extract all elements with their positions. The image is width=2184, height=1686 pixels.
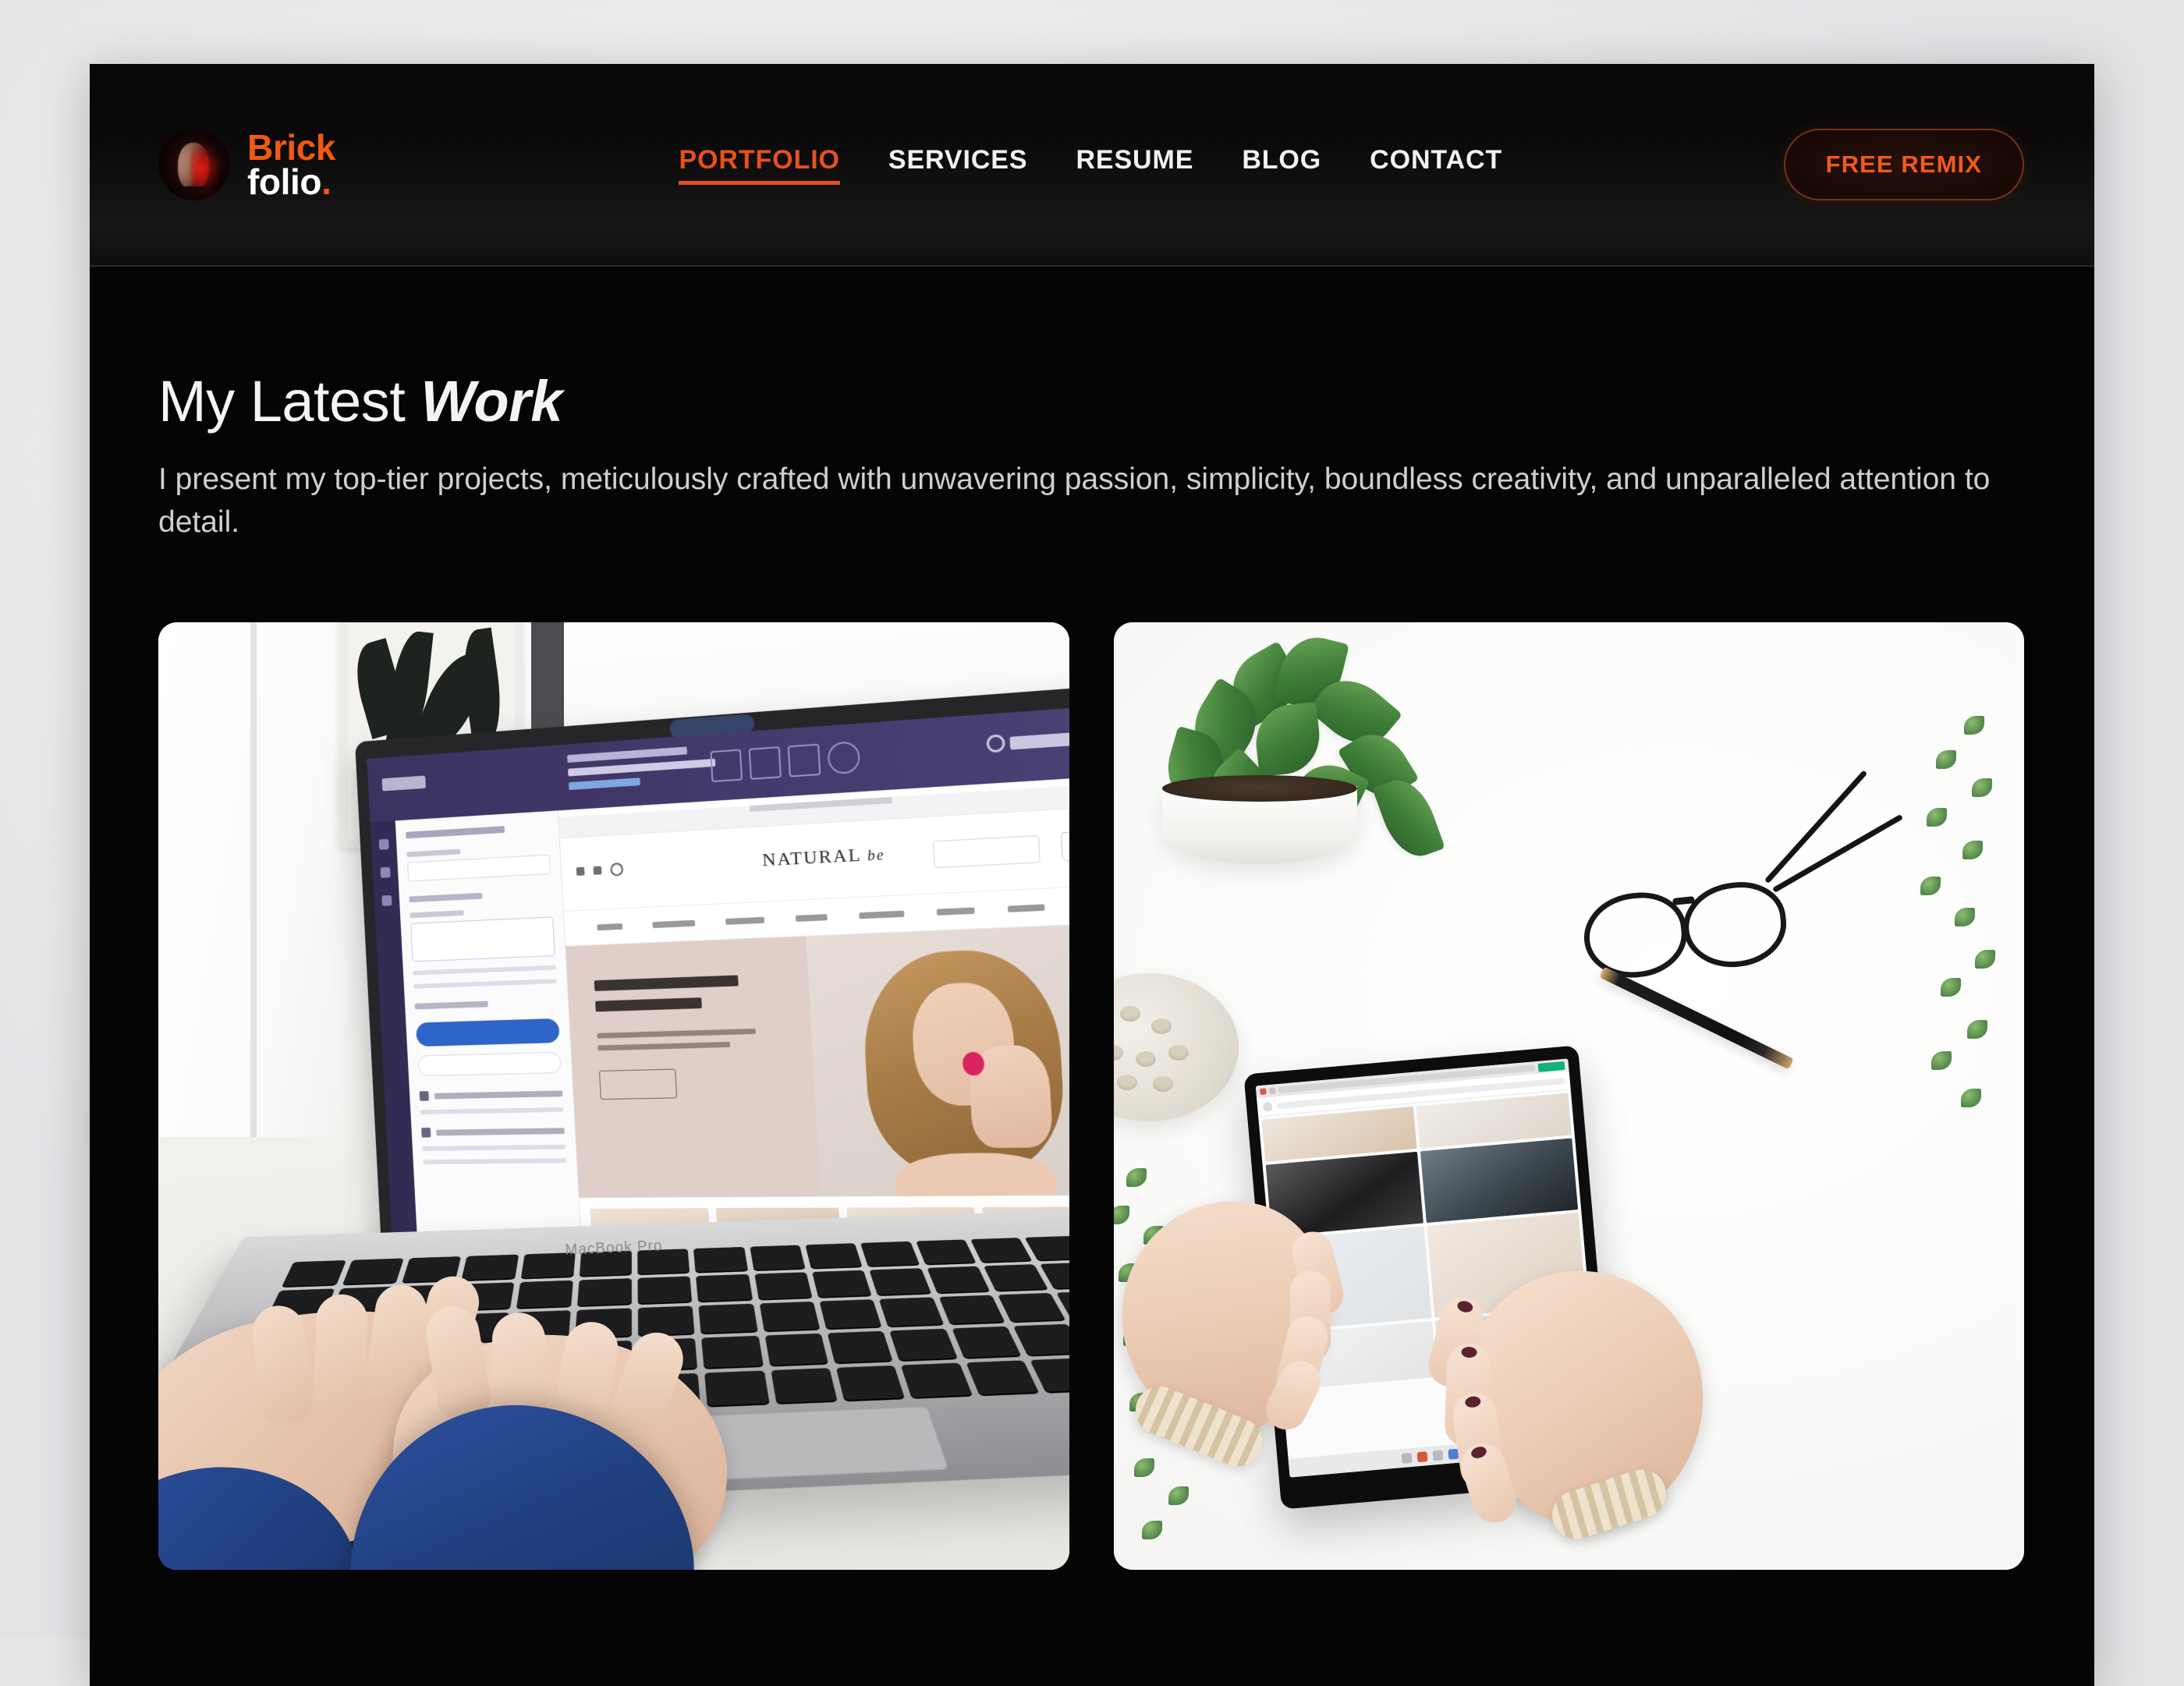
nav-item-blog[interactable]: BLOG <box>1242 145 1321 185</box>
laptop-screen: NATURAL be <box>367 706 1069 1249</box>
brand-avatar-image <box>158 129 230 200</box>
preview-store-brand: NATURAL be <box>761 844 886 871</box>
brand-logo[interactable]: Brick folio. <box>158 129 335 200</box>
laptop-photo: NATURAL be MacBook Pro <box>158 622 1069 1570</box>
plant-pot <box>1161 774 1357 864</box>
site-page: Brick folio. PORTFOLIO SERVICES RESUME B… <box>90 64 2094 1686</box>
nav-item-resume[interactable]: RESUME <box>1076 145 1193 185</box>
page-title-accent: Work <box>420 369 563 434</box>
page-title-plain: My Latest <box>158 369 421 434</box>
builder-site-preview: NATURAL be <box>558 776 1069 1249</box>
work-grid: NATURAL be MacBook Pro <box>158 622 2024 1570</box>
brand-line-2-text: folio <box>247 161 322 202</box>
brand-dot: . <box>321 161 332 202</box>
nav-item-contact[interactable]: CONTACT <box>1370 145 1502 185</box>
brand-wordmark: Brick folio. <box>247 126 336 200</box>
brand-line-2: folio. <box>247 164 335 200</box>
site-header: Brick folio. PORTFOLIO SERVICES RESUME B… <box>90 64 2094 267</box>
laptop-lid: NATURAL be <box>355 685 1069 1263</box>
main-content: My Latest Work I present my top-tier pro… <box>90 368 2094 1617</box>
work-card-tablet[interactable]: SAMSUNG <box>1113 622 2024 1570</box>
nav-item-portfolio[interactable]: PORTFOLIO <box>679 145 841 185</box>
builder-side-panel <box>395 810 583 1248</box>
decorative-bowl <box>1113 972 1239 1121</box>
content-bottom-spacer <box>158 1570 2024 1617</box>
brand-line-1: Brick <box>247 126 336 168</box>
nav-item-services[interactable]: SERVICES <box>888 145 1028 185</box>
main-navigation: PORTFOLIO SERVICES RESUME BLOG CONTACT <box>429 145 1752 185</box>
free-remix-button[interactable]: FREE REMIX <box>1783 129 2024 200</box>
flatlay-photo: SAMSUNG <box>1113 622 2024 1570</box>
page-title: My Latest Work <box>158 368 2024 434</box>
work-card-laptop[interactable]: NATURAL be MacBook Pro <box>158 622 1069 1570</box>
page-subtitle: I present my top-tier projects, meticulo… <box>158 462 1991 540</box>
